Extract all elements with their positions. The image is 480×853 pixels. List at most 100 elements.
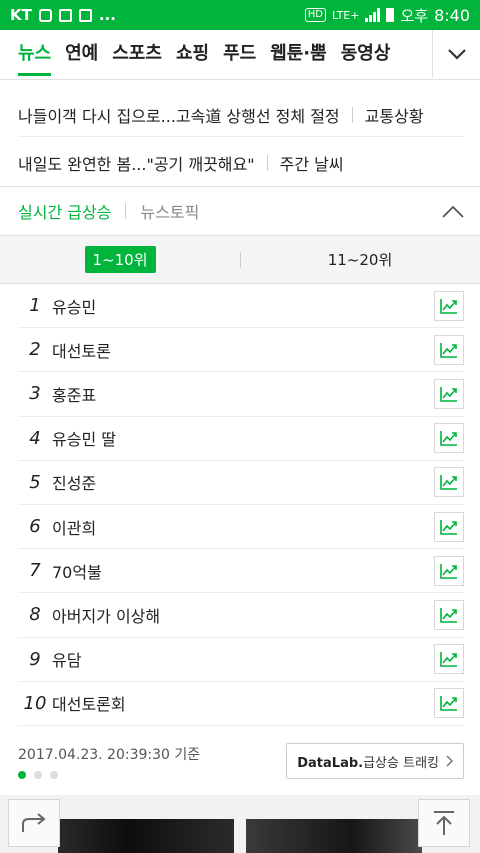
rank-list: 1 유승민 2 대선토론 3 홍준표 4 유승민 딸 5 진성준 6 이관희 7 70억불 8 아버지가 이상…	[18, 284, 464, 726]
rank-item[interactable]: 5 진성준	[18, 461, 464, 505]
collapse-button[interactable]	[438, 197, 468, 227]
rank-keyword[interactable]: 이관희	[52, 515, 96, 539]
divider	[125, 203, 127, 219]
rank-number: 3	[29, 383, 41, 405]
datalab-brand: DataLab.	[297, 755, 364, 771]
file-icon	[78, 8, 92, 22]
rank-number: 9	[29, 648, 41, 670]
news-thumbnail[interactable]	[58, 819, 234, 853]
battery-icon	[386, 8, 395, 22]
share-icon	[22, 813, 46, 832]
category-tabs: 뉴스 연예 스포츠 쇼핑 푸드 웹툰·뿜 동영상	[18, 30, 390, 78]
rank-item[interactable]: 4 유승민 딸	[18, 417, 464, 461]
page-dot[interactable]	[18, 771, 26, 779]
rank-number: 7	[29, 560, 41, 582]
rank-item[interactable]: 3 홍준표	[18, 372, 464, 417]
rank-number: 5	[29, 471, 41, 493]
more-notifications: ...	[98, 6, 116, 24]
category-nav: 뉴스 연예 스포츠 쇼핑 푸드 웹툰·뿜 동영상	[0, 30, 480, 80]
rank-keyword[interactable]: 70억불	[52, 559, 102, 583]
hd-voice-icon: HD	[304, 8, 326, 22]
headline-tag[interactable]: 교통상황	[365, 103, 424, 127]
status-bar: KT ... HD LTE+ 오후 8:40	[0, 0, 480, 30]
rank-keyword[interactable]: 유담	[52, 647, 81, 671]
rank-number: 10	[23, 692, 47, 714]
tab-realtime-rising[interactable]: 실시간 급상승	[18, 199, 111, 223]
trend-chart-icon	[440, 563, 457, 579]
trend-chart-button[interactable]	[434, 511, 464, 542]
rank-item[interactable]: 8 아버지가 이상해	[18, 593, 464, 638]
rank-keyword[interactable]: 대선토론회	[52, 691, 126, 715]
tab-category[interactable]: 스포츠	[112, 30, 162, 78]
datalab-tracking-button[interactable]: DataLab.급상승 트래킹	[286, 743, 464, 779]
trend-chart-icon	[440, 652, 457, 667]
trend-chart-button[interactable]	[434, 423, 464, 454]
tab-news-topic[interactable]: 뉴스토픽	[140, 199, 199, 223]
trend-chart-button[interactable]	[434, 290, 464, 321]
divider	[351, 106, 353, 123]
trend-chart-button[interactable]	[434, 599, 464, 630]
tab-category[interactable]: 웹툰·뿜	[270, 30, 327, 78]
message-icon	[38, 8, 52, 22]
rank-keyword[interactable]: 홍준표	[52, 382, 96, 406]
trend-chart-icon	[440, 696, 457, 712]
trend-chart-button[interactable]	[434, 555, 464, 586]
headline-tag[interactable]: 주간 날씨	[280, 151, 344, 175]
rank-item[interactable]: 1 유승민	[18, 284, 464, 329]
tab-rank-1-10[interactable]: 1~10위	[0, 236, 240, 284]
share-button[interactable]	[8, 799, 60, 847]
tab-rank-11-20[interactable]: 11~20위	[240, 236, 480, 284]
rank-number: 8	[29, 604, 41, 626]
divider	[240, 252, 241, 268]
rank-item[interactable]: 10 대선토론회	[18, 682, 464, 726]
clock: 8:40	[434, 5, 470, 25]
tab-category[interactable]: 연예	[65, 30, 98, 78]
ampm-label: 오후	[400, 6, 429, 25]
rank-item[interactable]: 6 이관희	[18, 505, 464, 550]
headline-row[interactable]: 나들이객 다시 집으로...고속道 상행선 정체 절정 교통상황	[18, 93, 464, 137]
trend-chart-button[interactable]	[434, 644, 464, 675]
network-type: LTE+	[331, 8, 360, 22]
news-thumbnail[interactable]	[246, 819, 422, 853]
scroll-to-top-button[interactable]	[418, 799, 470, 847]
rank-keyword[interactable]: 유승민	[52, 294, 96, 318]
trend-chart-button[interactable]	[434, 688, 464, 719]
timestamp: 2017.04.23. 20:39:30 기준	[18, 747, 201, 763]
tab-category[interactable]: 뉴스	[18, 30, 52, 78]
rank-number: 2	[29, 339, 41, 361]
rank-item[interactable]: 2 대선토론	[18, 328, 464, 373]
bottom-strip	[0, 795, 480, 853]
tab-category[interactable]: 쇼핑	[176, 30, 209, 78]
trend-chart-icon	[440, 519, 457, 535]
rank-keyword[interactable]: 아버지가 이상해	[52, 603, 160, 627]
rank-item[interactable]: 7 70억불	[18, 549, 464, 594]
headline-title[interactable]: 내일도 완연한 봄..."공기 깨끗해요"	[18, 151, 255, 175]
tab-category[interactable]: 푸드	[223, 30, 256, 78]
tab-category[interactable]: 동영상	[341, 30, 391, 78]
rank-item[interactable]: 9 유담	[18, 638, 464, 682]
trend-chart-icon	[440, 342, 457, 358]
chevron-up-icon	[442, 205, 464, 218]
trend-chart-icon	[440, 298, 457, 314]
rank-keyword[interactable]: 진성준	[52, 470, 96, 494]
realtime-header: 실시간 급상승 뉴스토픽	[0, 186, 480, 236]
rank-keyword[interactable]: 유승민 딸	[52, 426, 116, 450]
rank-keyword[interactable]: 대선토론	[52, 338, 111, 362]
page-dot[interactable]	[50, 771, 58, 779]
page-dot[interactable]	[34, 771, 42, 779]
carrier-label: KT	[10, 6, 32, 24]
trend-chart-icon	[440, 431, 457, 446]
divider	[266, 155, 268, 171]
trend-chart-button[interactable]	[434, 378, 464, 409]
expand-categories-button[interactable]	[432, 30, 480, 78]
datalab-label: 급상승 트래킹	[363, 755, 439, 771]
trend-chart-icon	[440, 386, 457, 402]
headline-row[interactable]: 내일도 완연한 봄..."공기 깨끗해요" 주간 날씨	[18, 141, 464, 185]
page-indicator	[18, 771, 58, 779]
trend-chart-button[interactable]	[434, 334, 464, 365]
headline-title[interactable]: 나들이객 다시 집으로...고속道 상행선 정체 절정	[18, 103, 340, 127]
chevron-down-icon	[447, 49, 466, 60]
trend-chart-button[interactable]	[434, 467, 464, 498]
rank-number: 6	[29, 516, 41, 538]
rank-range-tabs: 1~10위 11~20위	[0, 236, 480, 284]
